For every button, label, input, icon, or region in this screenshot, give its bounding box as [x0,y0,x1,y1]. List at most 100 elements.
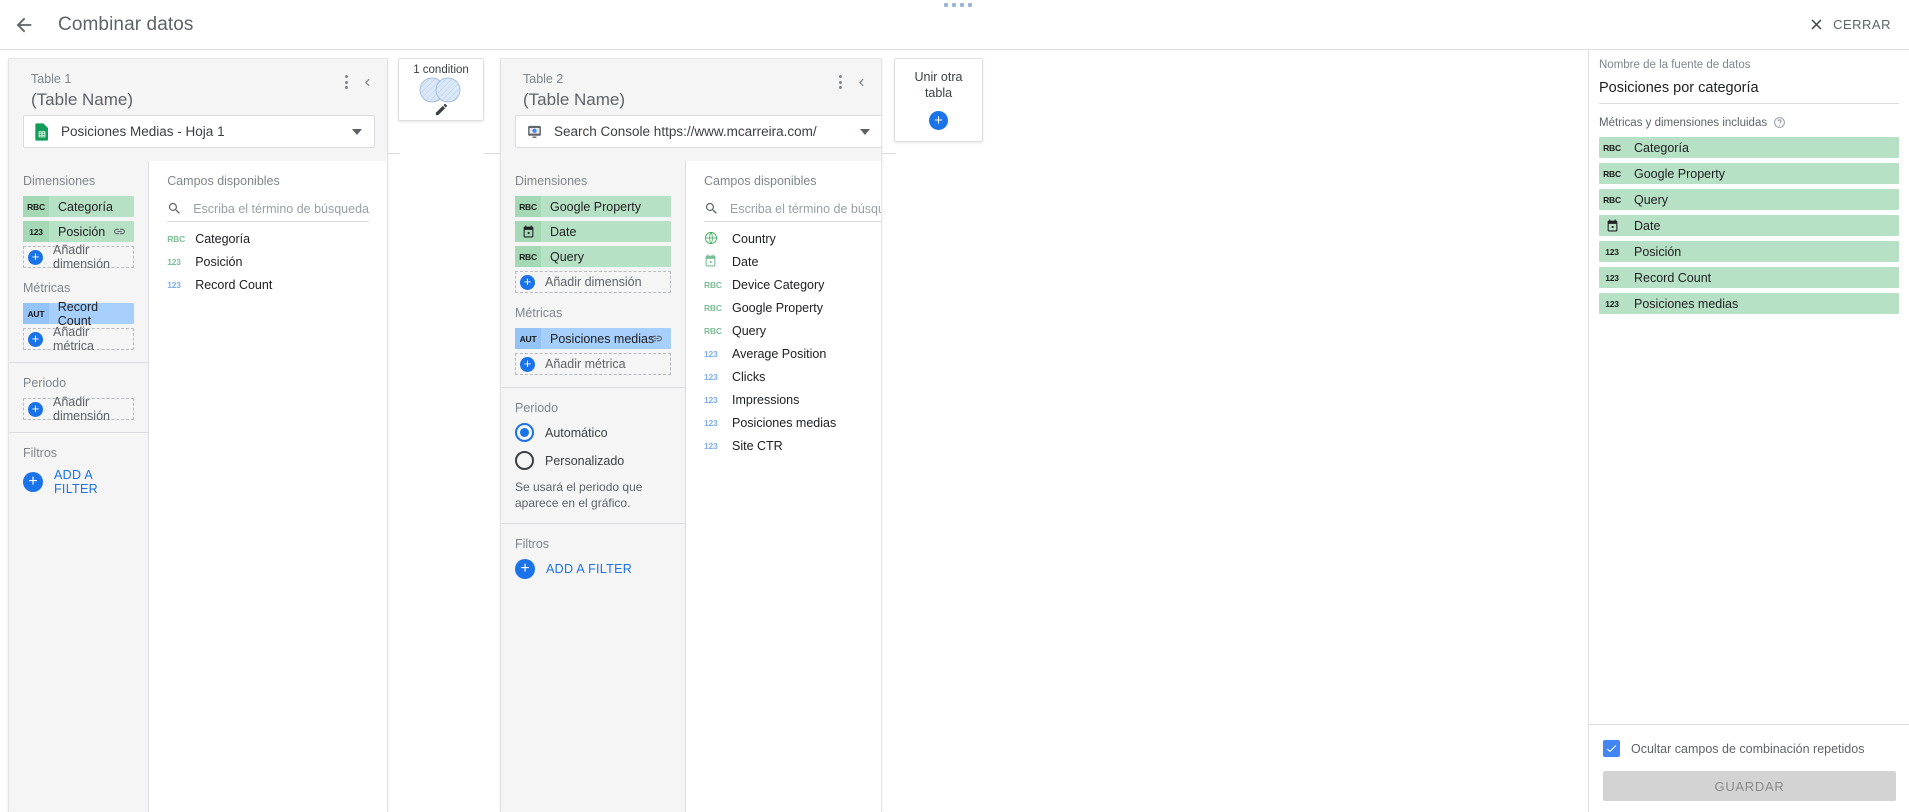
add-filter-button[interactable]: + ADD A FILTER [515,559,671,580]
more-vert-icon[interactable] [836,72,845,92]
save-button[interactable]: GUARDAR [1603,771,1896,801]
field-type-badge: 123 [704,371,718,382]
included-field-row[interactable]: 123 Posiciones medias [1599,293,1899,314]
metric-name: Posiciones medias [550,331,655,346]
field-name: Impressions [732,392,800,407]
dimension-chip[interactable]: RBC Categoría [23,196,135,217]
table-2-period-section: Periodo Automático Personalizado Se usar… [501,401,685,511]
list-item[interactable]: 123 Posición [149,251,387,272]
included-field-row[interactable]: 123 Posición [1599,241,1899,262]
field-name: Posiciones medias [1634,296,1739,311]
field-name: Date [1634,218,1661,233]
field-type-badge: 123 [23,221,49,242]
field-type-badge: AUT [23,303,49,324]
period-custom-option[interactable]: Personalizado [515,451,671,470]
list-item[interactable]: RBC Device Category [686,274,881,295]
table-2-index-label: Table 2 [523,72,564,86]
hide-repeated-fields-option[interactable]: Ocultar campos de combinación repetidos [1603,740,1909,757]
drag-handle-icon[interactable] [944,3,972,7]
plus-circle-icon: + [28,401,43,417]
included-fields-list: RBC Categoría RBC Google Property RBC Qu… [1589,137,1909,314]
list-item[interactable]: RBC Query [686,320,881,341]
search-placeholder: Escriba el término de búsqueda [193,201,369,216]
table-2-dimensions-section: Dimensiones RBC Google Property Date RBC… [501,174,685,293]
field-name: Google Property [1634,166,1726,181]
metric-chip[interactable]: AUT Record Count [23,300,135,328]
field-name: Date [732,254,759,269]
join-another-table-card[interactable]: Unir otra tabla + [894,58,983,142]
add-dimension-button[interactable]: + Añadir dimensión [23,243,135,271]
dimension-chip[interactable]: RBC Query [515,246,671,267]
table-1-actions [342,72,375,92]
metric-chip[interactable]: AUT Posiciones medias [515,328,671,349]
radio-unselected-icon [515,451,534,470]
table-1-search-field[interactable]: Escriba el término de búsqueda [167,196,369,222]
table-2-card: Table 2 (Table Name) Search Console http… [500,58,882,812]
field-name: Site CTR [732,438,783,453]
calendar-icon [704,254,725,269]
included-field-row[interactable]: RBC Categoría [1599,137,1899,158]
dimension-chip[interactable]: 123 Posición [23,221,135,242]
more-vert-icon[interactable] [342,72,351,92]
help-circle-icon[interactable] [1773,116,1786,129]
chevron-left-icon[interactable] [854,75,869,90]
field-name: Clicks [732,369,766,384]
list-item[interactable]: 123 Clicks [686,366,881,387]
table-2-field-list: Country Date RBC Device Category RBC Goo… [686,228,881,456]
source-name-input[interactable]: Posiciones por categoría [1599,80,1899,104]
table-1-source-select[interactable]: Posiciones Medias - Hoja 1 [23,115,375,148]
list-item[interactable]: 123 Record Count [149,274,387,295]
table-2-name: (Table Name) [523,90,626,109]
field-name: Query [1634,192,1669,207]
add-period-dimension-button[interactable]: + Añadir dimensión [23,395,135,423]
dimension-name: Categoría [58,199,113,214]
close-button[interactable]: CERRAR [1808,11,1891,37]
filters-title: Filtros [23,446,58,460]
list-item[interactable]: RBC Categoría [149,228,387,249]
globe-icon [704,231,725,247]
field-type-badge: 123 [167,256,181,267]
field-type-badge: RBC [167,233,186,244]
chevron-left-icon[interactable] [360,75,375,90]
included-field-row[interactable]: 123 Record Count [1599,267,1899,288]
add-dimension-button[interactable]: + Añadir dimensión [515,271,671,293]
join-card-label: Unir otra tabla [915,70,963,101]
chevron-down-icon [352,128,362,135]
join-condition-card[interactable]: 1 condition [398,58,484,121]
dimension-chip[interactable]: RBC Google Property [515,196,671,217]
list-item[interactable]: 123 Posiciones medias [686,412,881,433]
pencil-icon[interactable] [434,102,449,117]
field-type-badge: RBC [515,196,541,217]
metrics-title: Métricas [23,281,71,295]
included-field-row[interactable]: RBC Query [1599,189,1899,210]
list-item[interactable]: Date [686,251,881,272]
table-1-available-fields-column: Campos disponibles Escriba el término de… [149,161,387,812]
add-metric-button[interactable]: + Añadir métrica [515,353,671,375]
add-filter-button[interactable]: + ADD A FILTER [23,468,134,496]
table-1-config-column: Dimensiones RBC Categoría 123 Posición +… [9,161,150,812]
field-type-badge: 123 [167,279,181,290]
period-automatic-option[interactable]: Automático [515,423,671,442]
dimension-name: Date [550,224,577,239]
list-item[interactable]: 123 Impressions [686,389,881,410]
table-2-search-field[interactable]: Escriba el término de búsqueda [704,196,881,222]
table-2-source-select[interactable]: Search Console https://www.mcarreira.com… [515,115,881,148]
period-custom-label: Personalizado [545,453,625,468]
list-item[interactable]: RBC Google Property [686,297,881,318]
field-type-badge: RBC [704,279,722,290]
add-metric-button[interactable]: + Añadir métrica [23,325,135,353]
back-arrow-icon[interactable] [9,10,39,40]
field-name: Record Count [195,277,273,292]
radio-selected-icon [515,423,534,442]
included-field-row[interactable]: Date [1599,215,1899,236]
plus-circle-icon: + [520,356,535,372]
dimension-chip[interactable]: Date [515,221,671,242]
field-name: Record Count [1634,270,1712,285]
list-item[interactable]: 123 Average Position [686,343,881,364]
plus-circle-icon[interactable]: + [929,111,948,131]
add-filter-label: ADD A FILTER [54,468,98,496]
table-2-filters-section: Filtros + ADD A FILTER [501,537,685,580]
list-item[interactable]: 123 Site CTR [686,435,881,456]
included-field-row[interactable]: RBC Google Property [1599,163,1899,184]
list-item[interactable]: Country [686,228,881,249]
